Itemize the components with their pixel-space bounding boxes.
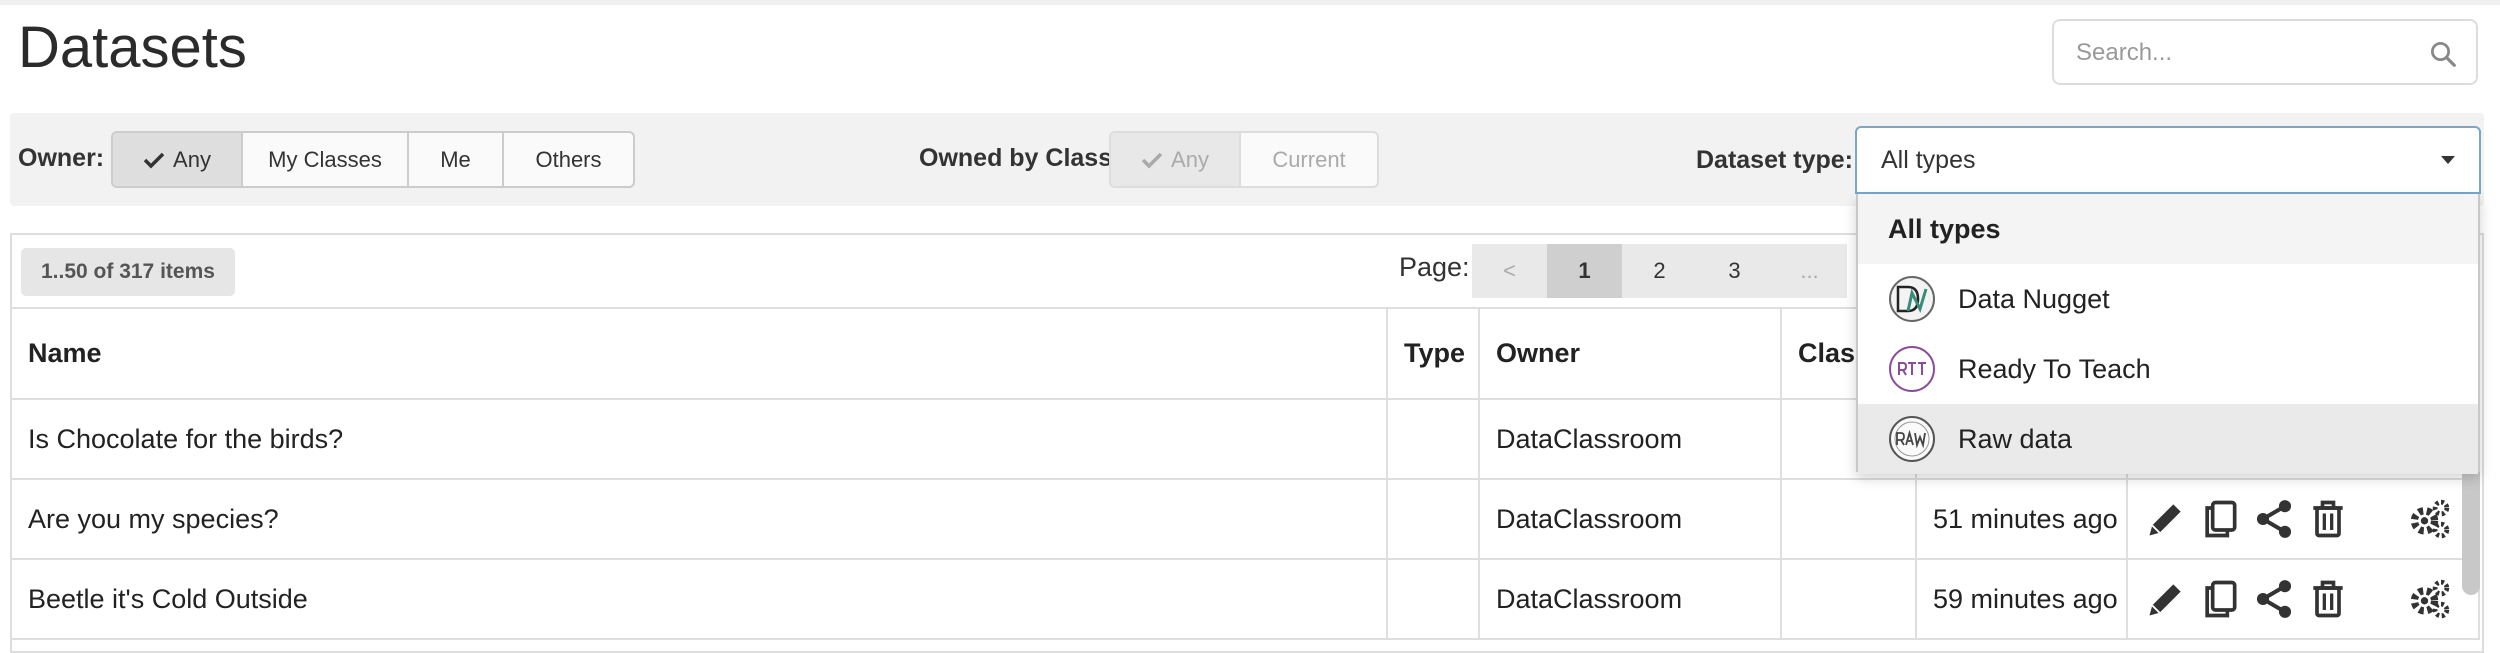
search-icon[interactable] [2428, 39, 2458, 69]
option-label: Ready To Teach [1958, 353, 2151, 384]
caret-down-icon [2441, 156, 2455, 164]
trash-icon[interactable] [2306, 577, 2350, 621]
class-filter-group: Any Current [1109, 131, 1379, 188]
table-row[interactable]: Are you my species? DataClassroom 51 min… [10, 478, 2480, 560]
raw-logo-icon [1889, 416, 1935, 462]
trash-icon[interactable] [2306, 497, 2350, 541]
option-label: Data Nugget [1958, 283, 2110, 314]
owner-my-classes-label: My Classes [268, 146, 382, 172]
rtt-logo-icon [1889, 346, 1935, 392]
search-box[interactable] [2052, 19, 2478, 85]
dataset-type [1386, 398, 1480, 480]
data-nugget-logo-icon [1889, 276, 1935, 322]
share-icon[interactable] [2252, 497, 2296, 541]
check-icon [143, 152, 165, 168]
dataset-time: 51 minutes ago [1915, 478, 2128, 560]
table-row[interactable]: Beetle it's Cold Outside DataClassroom 5… [10, 558, 2480, 640]
owner-filter-group: Any My Classes Me Others [111, 131, 635, 188]
owner-any-label: Any [173, 146, 211, 172]
dataset-name[interactable]: Is Chocolate for the birds? [10, 398, 1388, 480]
share-icon[interactable] [2252, 577, 2296, 621]
copy-icon[interactable] [2198, 497, 2242, 541]
dataset-type [1386, 558, 1480, 640]
dataset-class [1780, 478, 1917, 560]
column-header-owner[interactable]: Owner [1478, 307, 1782, 400]
page-ellipsis: ... [1772, 244, 1847, 298]
owner-me-button[interactable]: Me [409, 133, 504, 186]
dataset-type-dropdown: All types Data Nugget Ready To Teach Raw… [1856, 194, 2480, 474]
owner-any-button[interactable]: Any [113, 133, 243, 186]
owner-my-classes-button[interactable]: My Classes [243, 133, 409, 186]
owner-others-label: Others [535, 146, 602, 172]
page-1-button[interactable]: 1 [1547, 244, 1622, 298]
row-actions [2126, 558, 2480, 640]
type-filter-label: Dataset type: [1696, 146, 1853, 174]
page-2-button[interactable]: 2 [1622, 244, 1697, 298]
search-input[interactable] [2074, 21, 2418, 85]
class-any-button[interactable]: Any [1111, 133, 1241, 186]
option-label: All types [1888, 213, 2001, 244]
option-raw-data[interactable]: Raw data [1858, 404, 2478, 474]
option-all-types[interactable]: All types [1858, 194, 2478, 264]
class-current-label: Current [1272, 146, 1346, 172]
class-filter-label: Owned by Class: [919, 144, 1121, 172]
row-actions [2126, 478, 2480, 560]
dataset-class [1780, 558, 1917, 640]
owner-filter-label: Owner: [18, 144, 105, 172]
check-icon [1141, 152, 1163, 168]
dataset-time: 59 minutes ago [1915, 558, 2128, 640]
dataset-type-value: All types [1881, 146, 1976, 174]
pagination: < 1 2 3 ... [1472, 244, 1847, 298]
pencil-icon[interactable] [2144, 577, 2188, 621]
option-ready-to-teach[interactable]: Ready To Teach [1858, 334, 2478, 404]
dataset-owner: DataClassroom [1478, 398, 1782, 480]
pencil-icon[interactable] [2144, 497, 2188, 541]
item-count-badge: 1..50 of 317 items [21, 248, 235, 296]
class-current-button[interactable]: Current [1241, 133, 1377, 186]
owner-others-button[interactable]: Others [504, 133, 633, 186]
option-label: Raw data [1958, 423, 2073, 454]
page-3-button[interactable]: 3 [1697, 244, 1772, 298]
dataset-owner: DataClassroom [1478, 478, 1782, 560]
dataset-owner: DataClassroom [1478, 558, 1782, 640]
copy-icon[interactable] [2198, 577, 2242, 621]
gears-icon[interactable] [2408, 497, 2452, 541]
dataset-type [1386, 478, 1480, 560]
owner-me-label: Me [440, 146, 471, 172]
top-border [0, 0, 2500, 5]
column-header-name[interactable]: Name [10, 307, 1388, 400]
page-label: Page: [1399, 252, 1470, 282]
dataset-name[interactable]: Beetle it's Cold Outside [10, 558, 1388, 640]
class-any-label: Any [1171, 146, 1209, 172]
page-title: Datasets [18, 15, 247, 80]
gears-icon[interactable] [2408, 577, 2452, 621]
column-header-type[interactable]: Type [1386, 307, 1480, 400]
prev-page-button[interactable]: < [1472, 244, 1547, 298]
option-data-nugget[interactable]: Data Nugget [1858, 264, 2478, 334]
dataset-type-select[interactable]: All types [1855, 126, 2481, 194]
dataset-name[interactable]: Are you my species? [10, 478, 1388, 560]
